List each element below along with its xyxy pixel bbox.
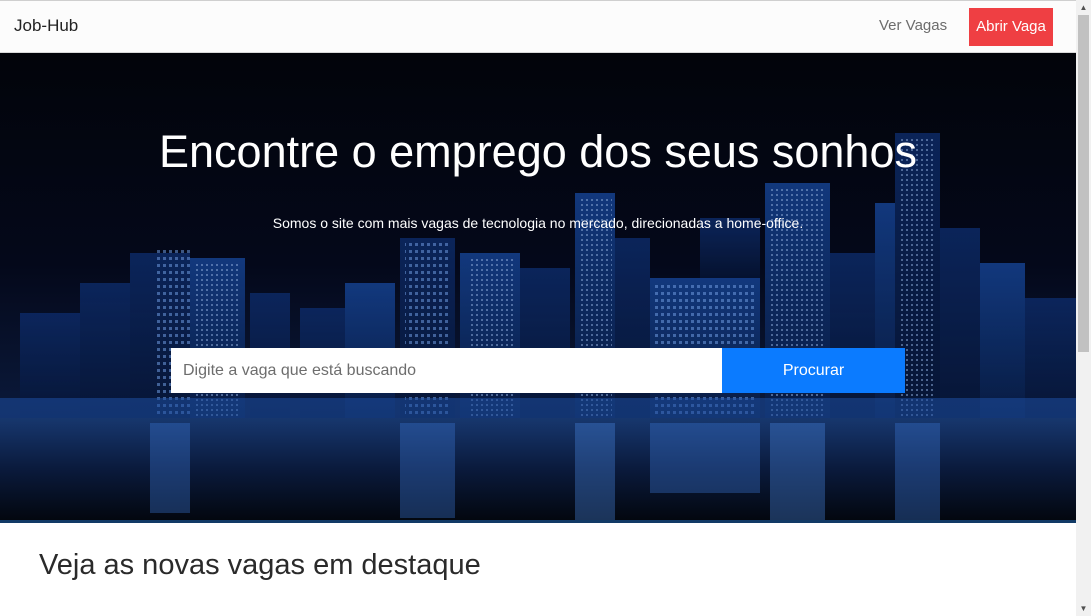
search-button[interactable]: Procurar [722,348,905,393]
navbar: Job-Hub Ver Vagas Abrir Vaga [0,0,1076,53]
open-job-button[interactable]: Abrir Vaga [969,8,1053,46]
brand-logo[interactable]: Job-Hub [14,16,78,36]
vertical-scrollbar[interactable]: ▲ ▼ [1076,0,1091,616]
hero-section: Encontre o emprego dos seus sonhos Somos… [0,53,1076,523]
scrollbar-thumb[interactable] [1078,15,1089,352]
page-content: Job-Hub Ver Vagas Abrir Vaga Encontre o … [0,0,1076,616]
job-search-input[interactable] [171,348,722,393]
hero-background-image [0,53,1076,520]
hero-title: Encontre o emprego dos seus sonhos [159,126,917,177]
featured-jobs-title: Veja as novas vagas em destaque [39,549,481,581]
page: Job-Hub Ver Vagas Abrir Vaga Encontre o … [0,0,1091,616]
hero-subtitle: Somos o site com mais vagas de tecnologi… [272,215,804,231]
nav-link-ver-vagas[interactable]: Ver Vagas [879,17,947,34]
chevron-up-icon[interactable]: ▲ [1076,0,1091,15]
chevron-down-icon[interactable]: ▼ [1076,601,1091,616]
